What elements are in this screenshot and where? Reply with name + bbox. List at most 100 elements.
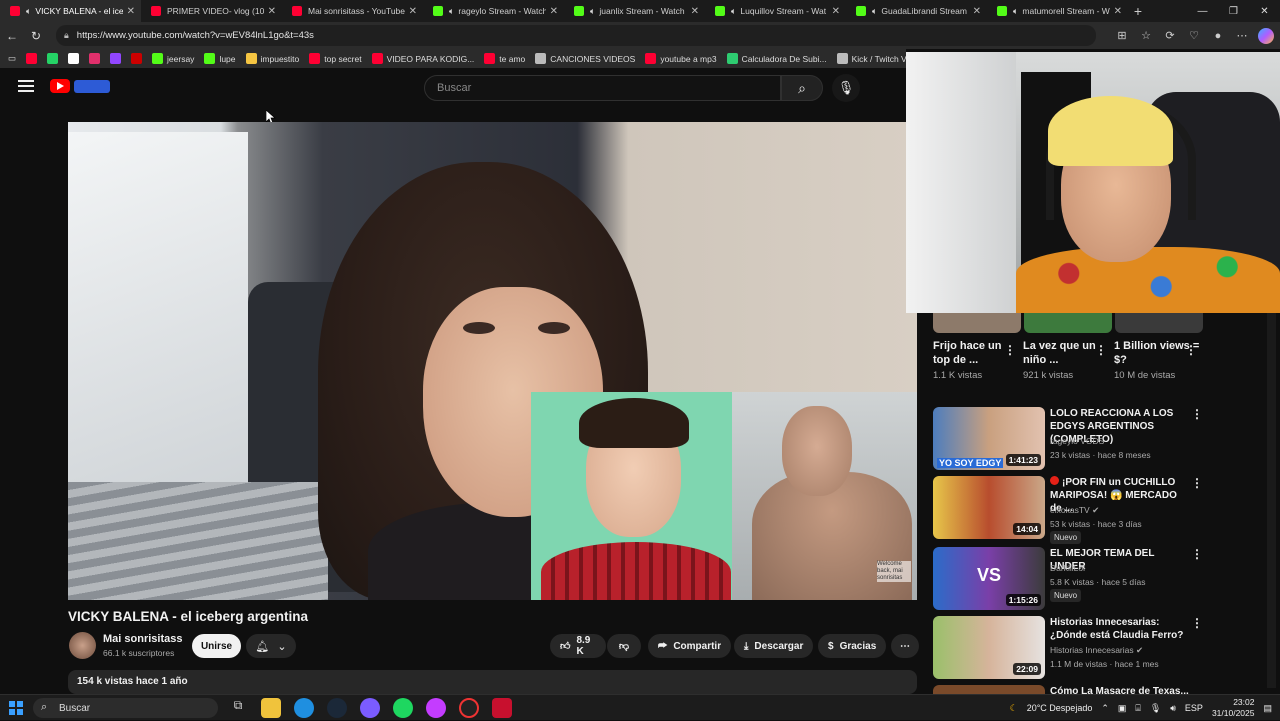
bookmark-item[interactable]: jeersay — [152, 53, 194, 64]
bookmark-item[interactable] — [68, 53, 80, 64]
chevron-up-icon[interactable]: ⌃ — [1101, 703, 1109, 714]
more-menu-icon[interactable]: ⋯ — [1234, 29, 1250, 42]
dislike-button[interactable]: 👎︎ — [607, 634, 641, 658]
favorite-star-icon[interactable]: ☆ — [1138, 29, 1154, 42]
copilot-icon[interactable] — [1258, 27, 1274, 44]
more-vertical-icon[interactable]: ⋮ — [1185, 343, 1197, 357]
more-vertical-icon[interactable]: ⋮ — [1191, 476, 1203, 490]
bookmark-item[interactable] — [26, 53, 38, 64]
clock[interactable]: 23:02 31/10/2025 — [1212, 697, 1255, 719]
close-window-button[interactable]: ✕ — [1249, 6, 1280, 17]
more-vertical-icon[interactable]: ⋮ — [1191, 407, 1203, 421]
site-info-icon[interactable]: 🔒︎ — [64, 30, 69, 41]
menu-hamburger-icon[interactable] — [18, 80, 34, 92]
browser-tab[interactable]: 🔈︎ rageylo Stream - Watch ✕ — [423, 0, 564, 22]
microphone-icon[interactable]: 🎙︎ — [1150, 703, 1161, 714]
video-thumbnail[interactable]: VS 1:15:26 — [933, 547, 1045, 610]
close-tab-icon[interactable]: ✕ — [973, 6, 981, 17]
bookmark-item[interactable] — [47, 53, 59, 64]
volume-icon[interactable]: 🔊︎ — [1170, 703, 1176, 714]
notifications-button[interactable]: 🔔︎ ⌄ — [246, 634, 296, 658]
like-button[interactable]: 👍︎ 8.9 K — [550, 634, 606, 658]
audio-playing-icon[interactable]: 🔈︎ — [449, 6, 454, 17]
audio-playing-icon[interactable]: 🔈︎ — [26, 6, 31, 17]
close-tab-icon[interactable]: ✕ — [691, 6, 699, 17]
task-view-icon[interactable]: ⧉ — [228, 698, 248, 718]
tray-app-icon[interactable]: ▣ — [1118, 703, 1127, 714]
collections-icon[interactable]: ▭ — [8, 53, 16, 64]
search-button[interactable]: ⌕ — [781, 75, 823, 101]
download-button[interactable]: ⤓ Descargar — [734, 634, 814, 658]
capcut-icon[interactable] — [492, 698, 512, 718]
browser-essentials-icon[interactable]: ♡ — [1186, 29, 1202, 42]
more-vertical-icon[interactable]: ⋮ — [1004, 343, 1016, 357]
audio-playing-icon[interactable]: 🔈︎ — [590, 6, 595, 17]
bookmark-item[interactable]: te amo — [484, 53, 525, 64]
bookmark-item[interactable] — [131, 53, 143, 64]
more-vertical-icon[interactable]: ⋮ — [1191, 547, 1203, 561]
app-icon[interactable] — [426, 698, 446, 718]
audio-playing-icon[interactable]: 🔈︎ — [1013, 6, 1018, 17]
related-channel[interactable]: DarkiiiLol — [1050, 563, 1085, 573]
maximize-button[interactable]: ❐ — [1218, 6, 1249, 17]
short-thumbnail[interactable] — [1024, 313, 1112, 333]
bookmark-item[interactable]: lupe — [204, 53, 236, 64]
page-scrollbar[interactable] — [1267, 313, 1276, 688]
back-button[interactable]: ← — [0, 29, 24, 43]
bookmark-item[interactable]: top secret — [309, 53, 362, 64]
browser-tab[interactable]: 🔈︎ juanlix Stream - Watch ✕ — [564, 0, 705, 22]
more-vertical-icon[interactable]: ⋮ — [1095, 343, 1107, 357]
video-player[interactable]: Welcome back, mai sonrisitas — [68, 122, 917, 600]
short-thumbnail[interactable] — [933, 313, 1021, 333]
more-actions-button[interactable]: ⋯ — [891, 634, 919, 658]
channel-avatar[interactable] — [69, 632, 96, 659]
related-video-item[interactable]: YO SOY EDGY 1:41:23 LOLO REACCIONA A LOS… — [933, 407, 1233, 473]
thanks-button[interactable]: $ Gracias — [818, 634, 887, 658]
profile-avatar[interactable]: ● — [1210, 30, 1226, 42]
weather-text[interactable]: 20°C Despejado — [1027, 703, 1093, 713]
browser-tab[interactable]: 🔈︎ Luquillov Stream - Wat ✕ — [705, 0, 846, 22]
url-field[interactable]: 🔒︎ https://www.youtube.com/watch?v=wEV84… — [56, 25, 1096, 46]
bookmark-item[interactable]: Calculadora De Subi... — [726, 53, 827, 64]
audio-playing-icon[interactable]: 🔈︎ — [731, 6, 736, 17]
browser-tab[interactable]: 🔈︎ VICKY BALENA - el icebe ✕ — [0, 0, 141, 22]
taskbar-search[interactable]: ⌕ Buscar — [33, 698, 218, 718]
notifications-icon[interactable]: ▤ — [1263, 703, 1272, 714]
channel-name[interactable]: Mai sonrisitass — [103, 633, 182, 645]
new-tab-button[interactable]: + — [1128, 3, 1148, 19]
description-box[interactable]: 154 k vistas hace 1 año — [68, 670, 917, 694]
weather-icon[interactable]: ☾ — [1010, 703, 1018, 714]
video-thumbnail[interactable] — [933, 685, 1045, 694]
close-tab-icon[interactable]: ✕ — [832, 6, 840, 17]
related-video-item[interactable]: 22:09 Historias Innecesarias: ¿Dónde est… — [933, 616, 1233, 682]
bookmark-item[interactable]: VIDEO PARA KODIG... — [371, 53, 474, 64]
video-thumbnail[interactable]: YO SOY EDGY 1:41:23 — [933, 407, 1045, 470]
close-tab-icon[interactable]: ✕ — [268, 6, 276, 17]
bookmark-item[interactable] — [89, 53, 101, 64]
steam-icon[interactable] — [327, 698, 347, 718]
extensions-icon[interactable]: ⟳ — [1162, 29, 1178, 42]
youtube-doodle-logo[interactable] — [74, 80, 110, 93]
close-tab-icon[interactable]: ✕ — [1114, 6, 1122, 17]
bookmark-item[interactable]: CANCIONES VIDEOS — [535, 53, 635, 64]
network-icon[interactable]: ⌸ — [1135, 703, 1140, 714]
related-channel[interactable]: Historias Innecesarias ✔︎ — [1050, 645, 1143, 656]
start-button[interactable] — [9, 701, 23, 715]
related-video-item[interactable]: Cómo La Masacre de Texas... — [933, 685, 1233, 694]
discord-icon[interactable] — [360, 698, 380, 718]
app-available-icon[interactable]: ⊞ — [1114, 29, 1130, 42]
related-video-item[interactable]: 14:04 ¡POR FIN un CUCHILLO MARIPOSA! 😱 M… — [933, 476, 1233, 544]
spotify-icon[interactable] — [393, 698, 413, 718]
close-tab-icon[interactable]: ✕ — [127, 6, 135, 17]
short-thumbnail[interactable] — [1115, 313, 1203, 333]
minimize-button[interactable]: — — [1187, 6, 1218, 17]
close-tab-icon[interactable]: ✕ — [409, 6, 417, 17]
file-explorer-icon[interactable] — [261, 698, 281, 718]
browser-tab[interactable]: PRIMER VIDEO- vlog (100% ✕ — [141, 0, 282, 22]
join-button[interactable]: Unirse — [192, 634, 241, 658]
audio-playing-icon[interactable]: 🔈︎ — [872, 6, 877, 17]
more-vertical-icon[interactable]: ⋮ — [1191, 616, 1203, 630]
related-video-item[interactable]: VS 1:15:26 EL MEJOR TEMA DEL UNDER Darki… — [933, 547, 1233, 613]
edge-icon[interactable] — [294, 698, 314, 718]
share-button[interactable]: ⮫ Compartir — [648, 634, 732, 658]
